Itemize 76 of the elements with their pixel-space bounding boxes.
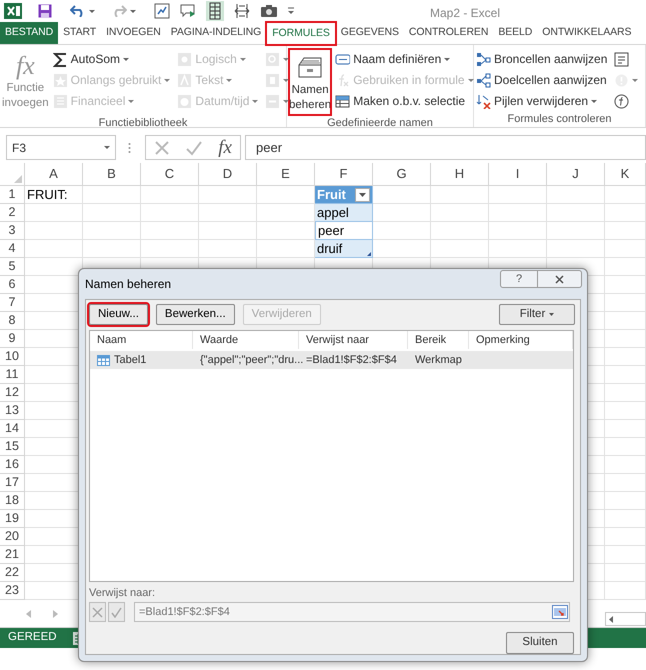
row-header[interactable]: 4 bbox=[0, 240, 25, 258]
reference-field[interactable]: =Blad1!$F$2:$F$4 bbox=[134, 602, 570, 622]
column-header[interactable]: Opmerking bbox=[469, 331, 573, 349]
ribbon-command[interactable]: Broncellen aanwijzen bbox=[476, 49, 610, 69]
column-header[interactable]: H bbox=[431, 163, 489, 186]
field-label: Verwijst naar: bbox=[89, 586, 156, 600]
ribbon-command[interactable]: Naam definiëren bbox=[335, 49, 477, 69]
ribbon-command[interactable]: Maken o.b.v. selectie bbox=[335, 91, 477, 111]
table-cell[interactable]: appel bbox=[315, 204, 373, 222]
column-header[interactable]: E bbox=[257, 163, 315, 186]
row-header[interactable]: 13 bbox=[0, 402, 25, 420]
status-text: GEREED bbox=[8, 630, 57, 646]
row-header[interactable]: 16 bbox=[0, 456, 25, 474]
ribbon-tab[interactable]: BESTAND bbox=[0, 22, 58, 44]
row-header[interactable]: 21 bbox=[0, 546, 25, 564]
row-header[interactable]: 15 bbox=[0, 438, 25, 456]
name-row[interactable]: Tabel1 {"appel";"peer";"dru... =Blad1!$F$2:$F$4 Werkmap bbox=[90, 351, 573, 369]
column-header[interactable]: C bbox=[141, 163, 199, 186]
filter-button[interactable]: Filter bbox=[499, 304, 575, 325]
ribbon-tab[interactable]: GEGEVENS bbox=[336, 22, 404, 44]
row-header[interactable]: 19 bbox=[0, 510, 25, 528]
table-cell[interactable]: peer bbox=[315, 222, 373, 240]
column-header[interactable]: G bbox=[373, 163, 431, 186]
row-header[interactable]: 11 bbox=[0, 366, 25, 384]
column-header[interactable]: Naam bbox=[90, 331, 193, 349]
ribbon-tab[interactable]: FORMULES bbox=[266, 22, 336, 45]
row-header[interactable]: 23 bbox=[0, 582, 25, 600]
table-cell-text: Werkmap bbox=[414, 352, 463, 368]
row-header[interactable]: 10 bbox=[0, 348, 25, 366]
name-box[interactable]: F3 bbox=[6, 135, 116, 160]
window-title: Map2 - Excel bbox=[430, 5, 500, 22]
cell[interactable]: FRUIT: bbox=[25, 186, 83, 204]
insert-function-button[interactable]: fx bbox=[218, 138, 232, 157]
group-label: Functiebibliotheek bbox=[98, 116, 188, 131]
row-header[interactable]: 17 bbox=[0, 474, 25, 492]
formula-input[interactable]: peer bbox=[245, 135, 646, 160]
help-button[interactable]: ? bbox=[500, 270, 538, 288]
row-header[interactable]: 20 bbox=[0, 528, 25, 546]
manage-names-button[interactable]: Namen beheren bbox=[289, 49, 332, 115]
close-button[interactable]: Sluiten bbox=[506, 632, 574, 654]
dialog-title: Namen beheren bbox=[85, 276, 172, 293]
column-header[interactable]: Bereik bbox=[408, 331, 469, 349]
row-header[interactable]: 7 bbox=[0, 294, 25, 312]
column-header[interactable]: J bbox=[547, 163, 605, 186]
table-cell[interactable]: druif bbox=[315, 240, 373, 258]
column-header[interactable]: Waarde bbox=[193, 331, 299, 349]
column-header[interactable]: Verwijst naar bbox=[299, 331, 408, 349]
row-header[interactable]: 2 bbox=[0, 204, 25, 222]
ribbon-tab[interactable]: INVOEGEN bbox=[101, 22, 166, 44]
ribbon-tab[interactable]: CONTROLEREN bbox=[404, 22, 494, 44]
row-header[interactable]: 8 bbox=[0, 312, 25, 330]
ribbon-command[interactable]: AutoSom bbox=[52, 49, 174, 69]
new-button[interactable]: Nieuw... bbox=[89, 304, 148, 325]
ribbon-tab[interactable]: START bbox=[58, 22, 102, 44]
row-header[interactable]: 18 bbox=[0, 492, 25, 510]
ribbon-tab[interactable]: BEELD bbox=[493, 22, 538, 44]
edit-button[interactable]: Bewerken... bbox=[156, 304, 235, 325]
column-header[interactable]: I bbox=[489, 163, 547, 186]
group-label: Formules controleren bbox=[506, 112, 612, 127]
group-label: Gedefinieerde namen bbox=[326, 116, 434, 131]
row-header[interactable]: 22 bbox=[0, 564, 25, 582]
row-header[interactable]: 9 bbox=[0, 330, 25, 348]
column-header[interactable]: K bbox=[605, 163, 646, 186]
row-header[interactable]: 6 bbox=[0, 276, 25, 294]
row-header[interactable]: 5 bbox=[0, 258, 25, 276]
row-header[interactable]: 3 bbox=[0, 222, 25, 240]
table-cell-text: Tabel1 bbox=[114, 352, 146, 368]
column-header[interactable]: D bbox=[199, 163, 257, 186]
row-header[interactable]: 14 bbox=[0, 420, 25, 438]
column-header[interactable]: B bbox=[83, 163, 141, 186]
names-list[interactable]: Naam Waarde Verwijst naar Bereik Opmerking Tabel1 {"appel";"peer";"dru... =Blad1!$F$2:$F$4 Werkmap bbox=[89, 330, 574, 582]
row-header[interactable]: 12 bbox=[0, 384, 25, 402]
ribbon-command[interactable]: Pijlen verwijderen bbox=[476, 91, 610, 111]
ribbon-tab[interactable]: ONTWIKKELAARS bbox=[537, 22, 636, 44]
ribbon-tab[interactable]: PAGINA-INDELING bbox=[166, 22, 266, 44]
ribbon-command[interactable]: Doelcellen aanwijzen bbox=[476, 70, 610, 90]
